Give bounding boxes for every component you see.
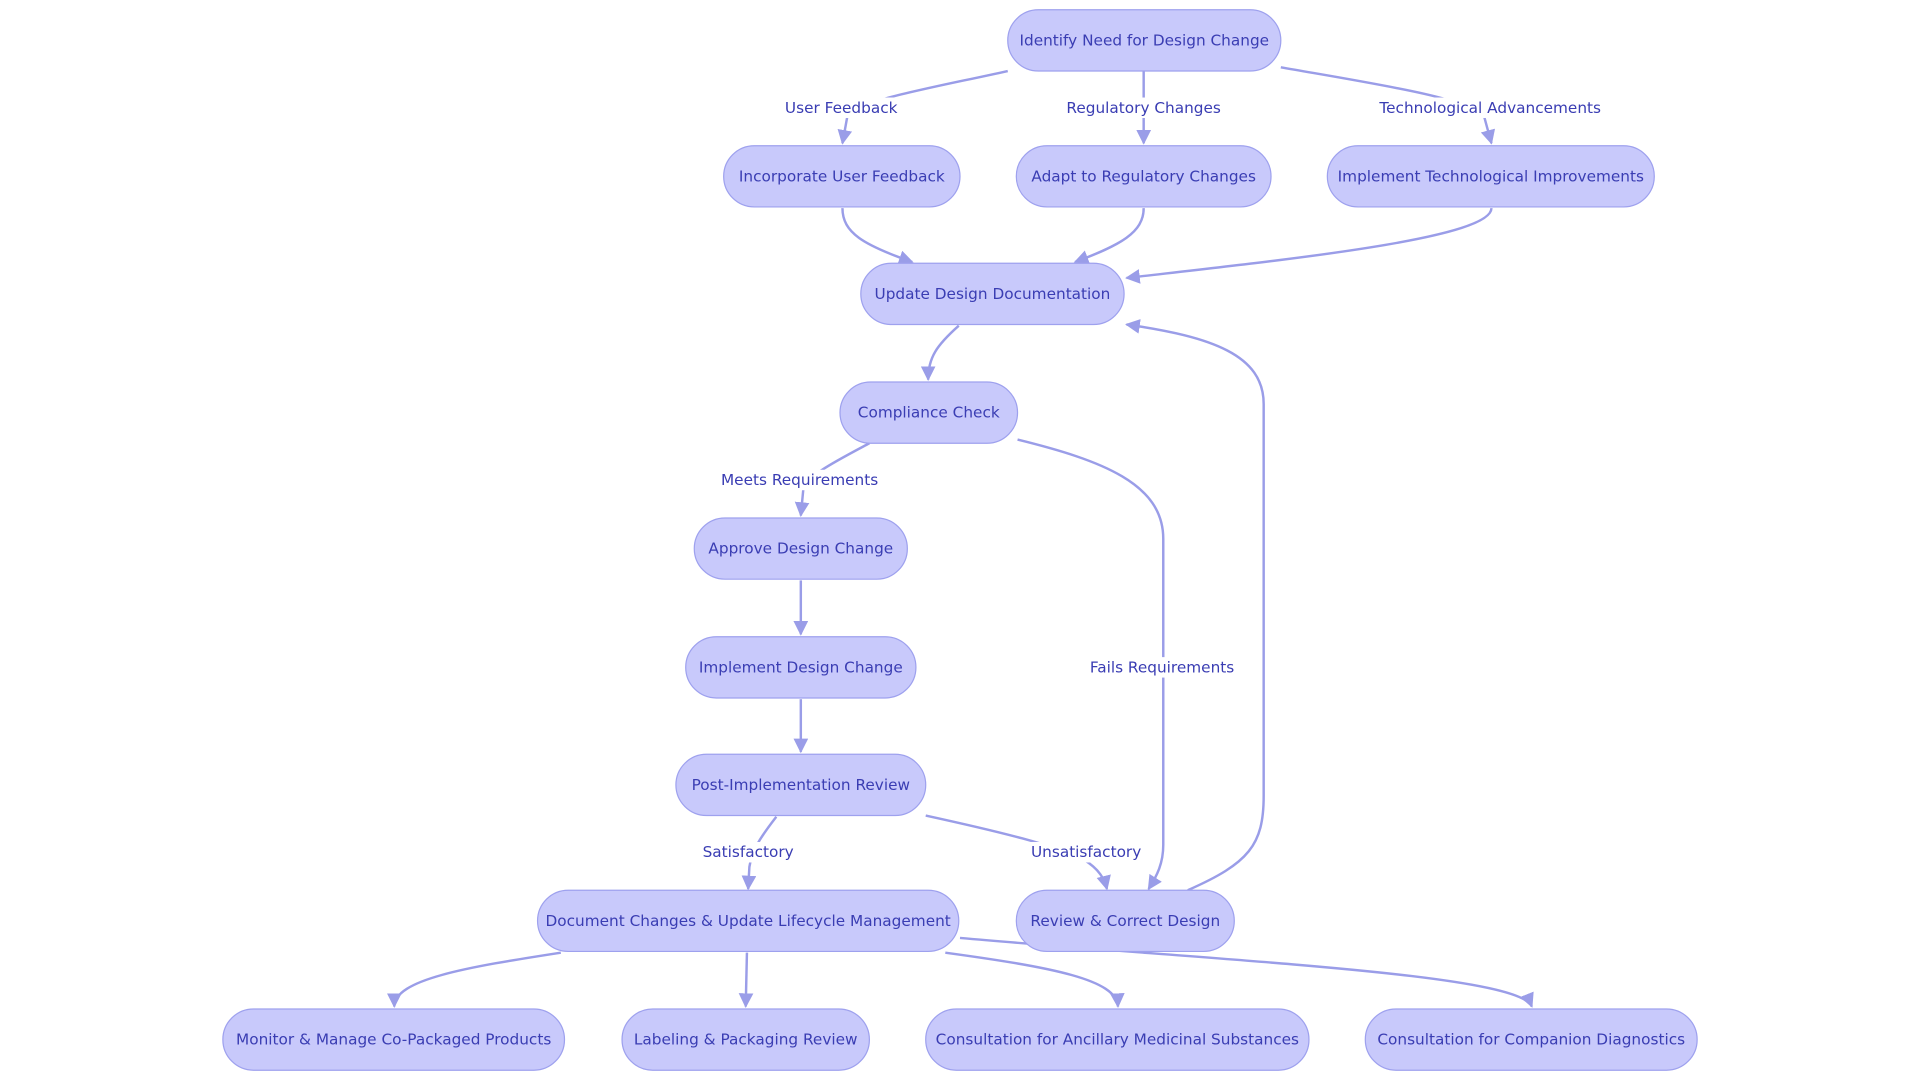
edge-label: Unsatisfactory bbox=[1028, 842, 1144, 863]
node-label: Document Changes & Update Lifecycle Mana… bbox=[546, 912, 951, 930]
edge-label: Technological Advancements bbox=[1375, 97, 1604, 118]
node-label: Incorporate User Feedback bbox=[739, 167, 945, 185]
node-tech[interactable]: Implement Technological Improvements bbox=[1326, 145, 1655, 208]
node-approve[interactable]: Approve Design Change bbox=[693, 517, 908, 580]
edge-document-to-ancillary bbox=[945, 951, 1125, 1008]
edge-tech-to-update bbox=[1125, 207, 1493, 284]
edge-label: User Feedback bbox=[782, 97, 901, 118]
edge-label: Fails Requirements bbox=[1087, 657, 1237, 678]
node-label: Consultation for Ancillary Medicinal Sub… bbox=[936, 1031, 1299, 1049]
edge-document-to-labeling bbox=[738, 952, 754, 1008]
edge-user-to-update bbox=[841, 208, 914, 265]
edge-label-text: Satisfactory bbox=[703, 843, 794, 861]
edge-document-to-monitor bbox=[386, 951, 562, 1008]
edge-label-text: Regulatory Changes bbox=[1066, 99, 1221, 117]
node-label: Approve Design Change bbox=[708, 540, 893, 558]
edge-label: Regulatory Changes bbox=[1063, 97, 1224, 118]
edge-label-text: Technological Advancements bbox=[1378, 99, 1601, 117]
node-compliance[interactable]: Compliance Check bbox=[839, 381, 1019, 444]
node-ancillary[interactable]: Consultation for Ancillary Medicinal Sub… bbox=[925, 1008, 1310, 1071]
edge-label: Satisfactory bbox=[700, 842, 797, 863]
edge-review-to-update bbox=[1125, 319, 1265, 892]
node-label: Consultation for Companion Diagnostics bbox=[1377, 1031, 1685, 1049]
node-review[interactable]: Review & Correct Design bbox=[1015, 889, 1235, 953]
node-identify[interactable]: Identify Need for Design Change bbox=[1007, 9, 1282, 72]
edge-label-text: Unsatisfactory bbox=[1031, 843, 1141, 861]
node-label: Identify Need for Design Change bbox=[1019, 31, 1269, 49]
edge-label-text: User Feedback bbox=[785, 99, 898, 117]
node-label: Monitor & Manage Co-Packaged Products bbox=[236, 1031, 551, 1049]
node-label: Adapt to Regulatory Changes bbox=[1031, 167, 1256, 185]
node-labeling[interactable]: Labeling & Packaging Review bbox=[621, 1008, 871, 1071]
node-reg[interactable]: Adapt to Regulatory Changes bbox=[1015, 145, 1272, 208]
edge-label-text: Meets Requirements bbox=[721, 471, 878, 489]
node-monitor[interactable]: Monitor & Manage Co-Packaged Products bbox=[222, 1008, 566, 1071]
node-label: Implement Technological Improvements bbox=[1338, 167, 1644, 185]
edge-label: Meets Requirements bbox=[718, 469, 881, 491]
flowchart: User Feedback Regulatory Changes Technolog… bbox=[222, 9, 1698, 1071]
node-label: Update Design Documentation bbox=[875, 285, 1111, 303]
node-companion[interactable]: Consultation for Companion Diagnostics bbox=[1364, 1008, 1698, 1071]
node-label: Review & Correct Design bbox=[1030, 912, 1220, 930]
edge-update-to-compliance bbox=[920, 324, 960, 382]
node-update[interactable]: Update Design Documentation bbox=[860, 262, 1125, 326]
node-document[interactable]: Document Changes & Update Lifecycle Mana… bbox=[536, 889, 960, 953]
node-label: Implement Design Change bbox=[699, 658, 903, 676]
edge-label-text: Fails Requirements bbox=[1090, 658, 1234, 676]
node-label: Post-Implementation Review bbox=[692, 776, 910, 794]
node-label: Labeling & Packaging Review bbox=[634, 1031, 858, 1049]
node-label: Compliance Check bbox=[858, 404, 1000, 422]
node-implement[interactable]: Implement Design Change bbox=[685, 636, 917, 699]
edge-reg-to-update bbox=[1073, 208, 1145, 265]
node-post[interactable]: Post-Implementation Review bbox=[675, 753, 927, 817]
node-user[interactable]: Incorporate User Feedback bbox=[723, 145, 961, 208]
